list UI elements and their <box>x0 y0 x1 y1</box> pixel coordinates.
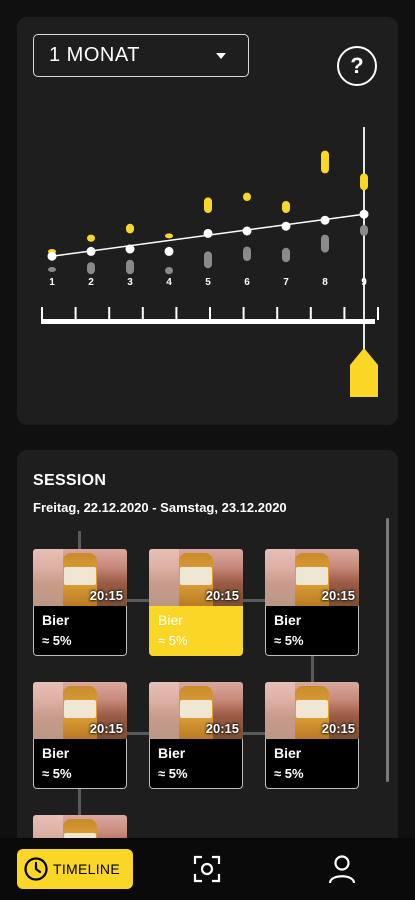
entry-alcohol-percent: ≈ 5% <box>158 766 188 781</box>
upper-range-bar <box>204 197 212 213</box>
session-dates: Freitag, 22.12.2020 - Samstag, 23.12.202… <box>33 500 287 515</box>
entry-time: 20:15 <box>205 721 239 736</box>
entry-alcohol-percent: ≈ 5% <box>274 633 304 648</box>
upper-range-bar <box>360 173 368 191</box>
timeline-scrubber-handle <box>350 348 378 397</box>
x-tick-label: 4 <box>166 277 172 288</box>
upper-range-bar <box>87 234 95 242</box>
data-point <box>359 209 369 219</box>
entry-drink-name: Bier <box>274 612 302 628</box>
entry-drink-name: Bier <box>42 612 70 628</box>
lower-range-bar <box>87 262 95 275</box>
data-point <box>86 246 96 256</box>
data-point <box>47 251 57 261</box>
x-tick-label: 6 <box>244 277 250 288</box>
bottom-nav: TIMELINE <box>0 838 415 900</box>
chart-card: 1 MONAT ? 123456789 <box>17 17 398 425</box>
lower-range-bar <box>243 246 251 261</box>
entry-time: 20:15 <box>89 721 123 736</box>
upper-range-bar <box>126 223 134 234</box>
lower-range-bar <box>360 225 368 236</box>
x-tick-label: 2 <box>88 277 94 288</box>
data-point <box>203 228 213 238</box>
session-entry[interactable]: 20:15 Bier ≈ 5% <box>33 682 127 789</box>
session-title: SESSION <box>33 472 107 489</box>
data-point <box>125 244 135 254</box>
entry-time: 20:15 <box>321 721 355 736</box>
data-point <box>242 226 252 236</box>
session-entry[interactable]: 20:15 Bier ≈ 5% <box>265 682 359 789</box>
user-icon[interactable] <box>328 854 356 884</box>
entry-time: 20:15 <box>205 588 239 603</box>
entry-photo: 20:15 <box>265 682 359 739</box>
x-tick-label: 9 <box>361 277 367 288</box>
scan-icon[interactable] <box>193 855 221 883</box>
entry-time: 20:15 <box>321 588 355 603</box>
x-tick-label: 7 <box>283 277 289 288</box>
entry-drink-name: Bier <box>274 745 302 761</box>
lower-range-bar <box>204 251 212 269</box>
entry-alcohol-percent: ≈ 5% <box>158 633 188 648</box>
clock-icon <box>24 857 48 881</box>
timeline-connector <box>311 656 314 682</box>
x-tick-label: 1 <box>49 277 55 288</box>
session-entry[interactable]: 20:15 Bier ≈ 5% <box>149 682 243 789</box>
timeline-connector <box>78 531 81 549</box>
lower-range-bar <box>165 267 173 275</box>
timeline-connector <box>127 732 149 735</box>
session-entry[interactable]: 20:15 Bier ≈ 5% <box>33 549 127 656</box>
nav-timeline-button[interactable]: TIMELINE <box>17 849 133 889</box>
timeline-connector <box>243 732 265 735</box>
trend-chart[interactable]: 1 2 3 4 5 6 7 8 9 <box>17 17 398 425</box>
session-card: SESSION Freitag, 22.12.2020 - Samstag, 2… <box>17 450 398 850</box>
x-tick-label: 3 <box>127 277 133 288</box>
entry-drink-name: Bier <box>42 745 70 761</box>
entry-photo: 20:15 <box>265 549 359 606</box>
timeline-ruler <box>41 319 375 324</box>
lower-range-bar <box>321 234 329 253</box>
upper-range-bar <box>243 192 251 201</box>
entry-photo: 20:15 <box>149 549 243 606</box>
lower-range-bar <box>48 267 56 272</box>
lower-range-bar <box>282 247 290 263</box>
lower-range-bar <box>126 259 134 275</box>
data-point <box>320 215 330 225</box>
x-tick-label: 8 <box>322 277 328 288</box>
entry-photo: 20:15 <box>33 549 127 606</box>
upper-range-bar <box>165 233 173 239</box>
entry-photo: 20:15 <box>33 682 127 739</box>
entry-drink-name: Bier <box>158 745 186 761</box>
nav-timeline-label: TIMELINE <box>53 861 120 877</box>
entry-alcohol-percent: ≈ 5% <box>42 766 72 781</box>
session-entry-selected[interactable]: 20:15 Bier ≈ 5% <box>149 549 243 656</box>
entry-alcohol-percent: ≈ 5% <box>42 633 72 648</box>
timeline-connector <box>78 789 81 815</box>
upper-range-bar <box>282 201 290 213</box>
data-point <box>281 221 291 231</box>
timeline-connector <box>243 599 265 602</box>
entry-alcohol-percent: ≈ 5% <box>274 766 304 781</box>
upper-range-bar <box>321 150 329 174</box>
entry-drink-name: Bier <box>158 612 183 628</box>
data-point <box>164 246 174 256</box>
timeline-connector <box>127 599 149 602</box>
x-tick-label: 5 <box>205 277 211 288</box>
session-scrollbar[interactable] <box>386 518 389 782</box>
entry-time: 20:15 <box>89 588 123 603</box>
session-entry[interactable]: 20:15 Bier ≈ 5% <box>265 549 359 656</box>
entry-photo: 20:15 <box>149 682 243 739</box>
